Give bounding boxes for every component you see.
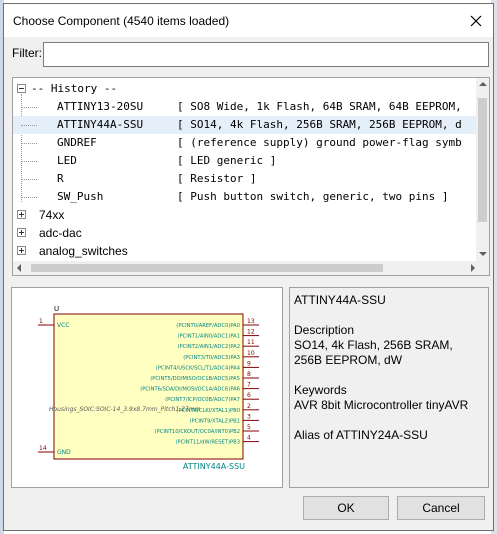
pin-name: (PCINT6/SDA/DI/MOSI/OC1A/ADC6)PA6 <box>140 387 240 393</box>
pin-number: 4 <box>247 435 251 442</box>
tree-item-label: adc-dac <box>39 226 82 240</box>
schematic-symbol: U 1 VCC 14 GND 13 (PCINT0/AREF/ADC0)PA0 12… <box>38 305 259 471</box>
tree-item-sw-push[interactable]: SW_Push [ Push button switch, generic, t… <box>13 188 479 206</box>
tree-item-analog-switches[interactable]: analog_switches <box>13 242 479 260</box>
tree-item-label: analog_switches <box>39 244 128 258</box>
reference-label: U <box>54 305 59 313</box>
pin-number: 9 <box>247 360 251 367</box>
scroll-left-icon[interactable] <box>17 264 21 272</box>
tree-item-name: R <box>57 172 64 185</box>
pin-number: 11 <box>247 339 255 346</box>
tree-item-description: [ Resistor ] <box>177 172 257 185</box>
filter-input[interactable] <box>43 42 489 67</box>
tree-item-attiny13-20su[interactable]: ATTINY13-20SU [ SO8 Wide, 1k Flash, 64B … <box>13 98 479 116</box>
horizontal-scrollbar[interactable] <box>13 261 479 275</box>
tree-item-label: -- History -- <box>31 82 118 95</box>
pin-name: (PCINT1/AIN0/ADC1)PA1 <box>177 334 240 340</box>
pin-number: 6 <box>247 392 251 399</box>
tree-item-description: [ (reference supply) ground power-flag s… <box>177 136 462 149</box>
pin-number: 2 <box>247 403 251 410</box>
tree-item-description: [ Push button switch, generic, two pins … <box>177 190 449 203</box>
horizontal-scroll-thumb[interactable] <box>31 264 383 272</box>
tree-item-adc-dac[interactable]: adc-dac <box>13 224 479 242</box>
pin-number: 12 <box>247 329 255 336</box>
symbol-preview: U 1 VCC 14 GND 13 (PCINT0/AREF/ADC0)PA0 12… <box>11 287 283 488</box>
pin-name: (PCINT4/USCK/SCL/T1/ADC4)PA4 <box>156 365 241 371</box>
pin-name: (PCINT5/DO/MISO/OC1B/ADC5)PA5 <box>150 376 240 382</box>
tree-item-led[interactable]: LED [ LED generic ] <box>13 152 479 170</box>
tree-item-label: 74xx <box>39 208 65 222</box>
tree-item-description: [ LED generic ] <box>177 154 277 167</box>
pin-name: (PCINT0/AREF/ADC0)PA0 <box>176 323 240 329</box>
tree-item-gndref[interactable]: GNDREF [ (reference supply) ground power… <box>13 134 479 152</box>
part-name-label: ATTINY44A-SSU <box>183 462 245 471</box>
expand-icon[interactable] <box>17 210 26 219</box>
pin-name: (PCINT9/XTAL2)PB1 <box>190 418 240 424</box>
footprint-label: Housings_SOIC:SOIC-14_3.9x8.7mm_Pitch1.2… <box>49 406 201 413</box>
cancel-button[interactable]: Cancel <box>397 496 485 520</box>
description-heading: Description <box>294 323 355 337</box>
pin-number: 3 <box>247 413 251 420</box>
vertical-scrollbar[interactable] <box>476 78 489 261</box>
pin-name: VCC <box>57 322 69 329</box>
dialog-title: Choose Component (4540 items loaded) <box>13 14 230 28</box>
vertical-scroll-thumb[interactable] <box>478 98 487 222</box>
tree-item-description: [ SO8 Wide, 1k Flash, 64B SRAM, 64B EEPR… <box>177 100 462 113</box>
tree-item-name: ATTINY44A-SSU <box>57 118 144 131</box>
title-bar[interactable]: Choose Component (4540 items loaded) <box>4 4 493 37</box>
tree-item-description: [ SO14, 4k Flash, 256B SRAM, 256B EEPROM… <box>177 118 462 131</box>
tree-item-name: SW_Push <box>57 190 104 203</box>
pin-number: 7 <box>247 382 251 389</box>
tree-item-name: ATTINY13-20SU <box>57 100 144 113</box>
alias-text: Alias of ATTINY24A-SSU <box>294 428 428 442</box>
close-icon <box>470 15 482 26</box>
pin-number: 8 <box>247 371 251 378</box>
tree-item-attiny44a-ssu[interactable]: ATTINY44A-SSU [ SO14, 4k Flash, 256B SRA… <box>13 116 479 134</box>
description-text: SO14, 4k Flash, 256B SRAM, 256B EEPROM, … <box>294 338 453 367</box>
ok-button[interactable]: OK <box>303 496 389 520</box>
pin-number: 10 <box>247 350 255 357</box>
pin-name: (PCINT2/AIN1/ADC2)PA2 <box>177 344 240 350</box>
expand-icon[interactable] <box>17 228 26 237</box>
pin-number: 5 <box>247 424 251 431</box>
pin-number: 14 <box>39 445 47 452</box>
pin-name: GND <box>57 449 71 456</box>
tree-item-74xx[interactable]: 74xx <box>13 206 479 224</box>
keywords-heading: Keywords <box>294 383 347 397</box>
pin-number: 1 <box>39 318 43 325</box>
tree-item-r[interactable]: R [ Resistor ] <box>13 170 479 188</box>
expand-icon[interactable] <box>17 246 26 255</box>
keywords-text: AVR 8bit Microcontroller tinyAVR <box>294 398 469 412</box>
tree-item-name: LED <box>57 154 77 167</box>
component-tree[interactable]: -- History -- ATTINY13-20SU [ SO8 Wide, … <box>12 77 490 276</box>
tree-item-history[interactable]: -- History -- <box>13 80 479 98</box>
close-button[interactable] <box>459 4 493 37</box>
filter-label: Filter: <box>12 46 42 60</box>
tree-item-name: GNDREF <box>57 136 97 149</box>
collapse-icon[interactable] <box>17 84 26 93</box>
choose-component-dialog: Choose Component (4540 items loaded) Fil… <box>3 3 494 531</box>
component-info: ATTINY44A-SSU Description SO14, 4k Flash… <box>289 287 489 488</box>
scroll-up-icon[interactable] <box>479 82 487 86</box>
pin-name: (PCINT11/dW/RESET)PB3 <box>175 440 240 446</box>
pin-name: (PCINT7/ICP/OC0B/ADC7)PA7 <box>165 397 240 403</box>
pin-number: 13 <box>247 318 255 325</box>
component-name: ATTINY44A-SSU <box>294 293 386 307</box>
pin-name: (PCINT3/T0/ADC3)PA3 <box>183 355 240 361</box>
pin-name: (PCINT10/CKOUT/OC0A/INT0)PB2 <box>155 429 240 435</box>
scroll-right-icon[interactable] <box>471 264 475 272</box>
scroll-down-icon[interactable] <box>479 252 487 256</box>
